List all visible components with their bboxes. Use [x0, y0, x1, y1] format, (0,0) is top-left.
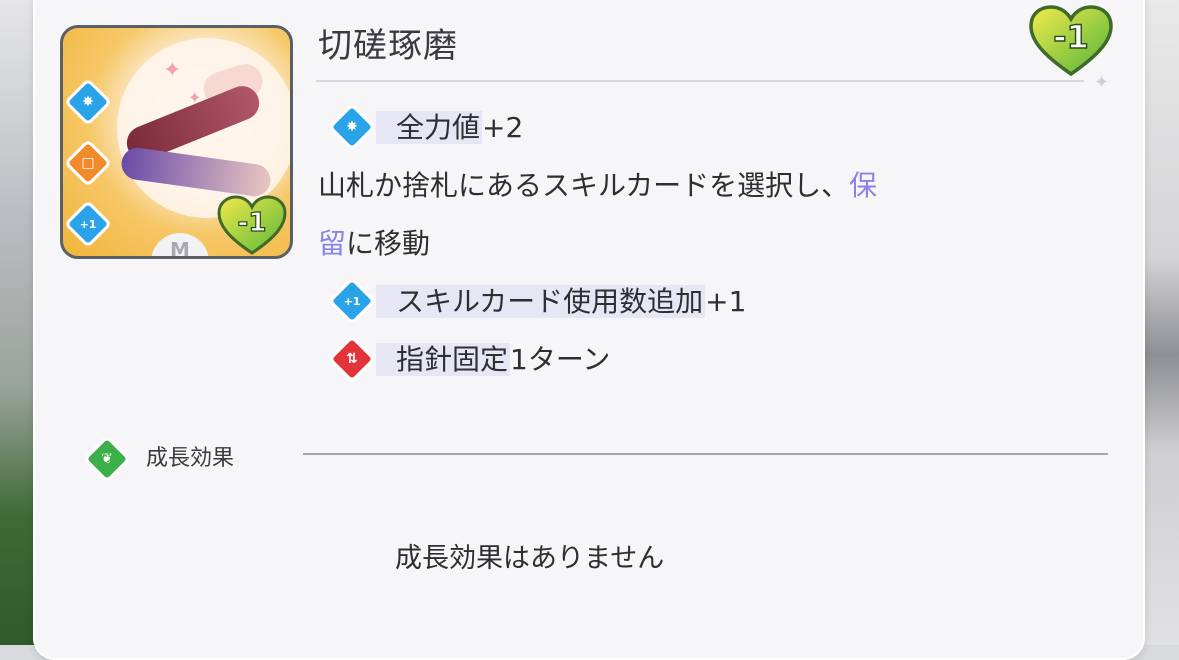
keep-keyword-link[interactable]: 保	[849, 169, 877, 202]
effect-line-move: 留に移動	[318, 222, 430, 262]
effect-text: 山札か捨札にあるスキルカードを選択し、	[318, 169, 850, 202]
effect-value: +1	[705, 285, 747, 318]
effect-keyword: 指針固定	[376, 343, 511, 376]
keep-keyword-link[interactable]: 留	[318, 227, 346, 260]
art-cost-heart-icon: -1	[217, 195, 287, 255]
cost-heart-icon: -1	[1029, 5, 1113, 77]
sparkle-icon: ✦	[163, 58, 182, 83]
effect-keyword: 全力値	[376, 111, 483, 144]
cost-value: -1	[1053, 18, 1089, 56]
title-divider	[316, 80, 1084, 82]
rarity-badge: M	[151, 233, 209, 256]
growth-section-label: 成長効果	[146, 446, 235, 471]
background-right	[1139, 0, 1179, 645]
growth-divider	[303, 453, 1108, 455]
effect-value: 1ターン	[510, 343, 611, 376]
effect-line-direction-lock: 指針固定1ターン	[376, 338, 610, 378]
effect-value: +2	[482, 111, 524, 144]
effect-keyword: スキルカード使用数追加	[376, 285, 706, 318]
no-growth-message: 成長効果はありません	[395, 543, 665, 574]
card-title: 切磋琢磨	[318, 26, 458, 66]
effect-line-skill-count: スキルカード使用数追加+1	[376, 280, 746, 320]
effect-text: に移動	[346, 227, 431, 260]
effect-line-select: 山札か捨札にあるスキルカードを選択し、保	[318, 164, 877, 204]
art-cost-value: -1	[238, 208, 267, 238]
effect-line-fullpower: 全力値+2	[376, 106, 523, 146]
